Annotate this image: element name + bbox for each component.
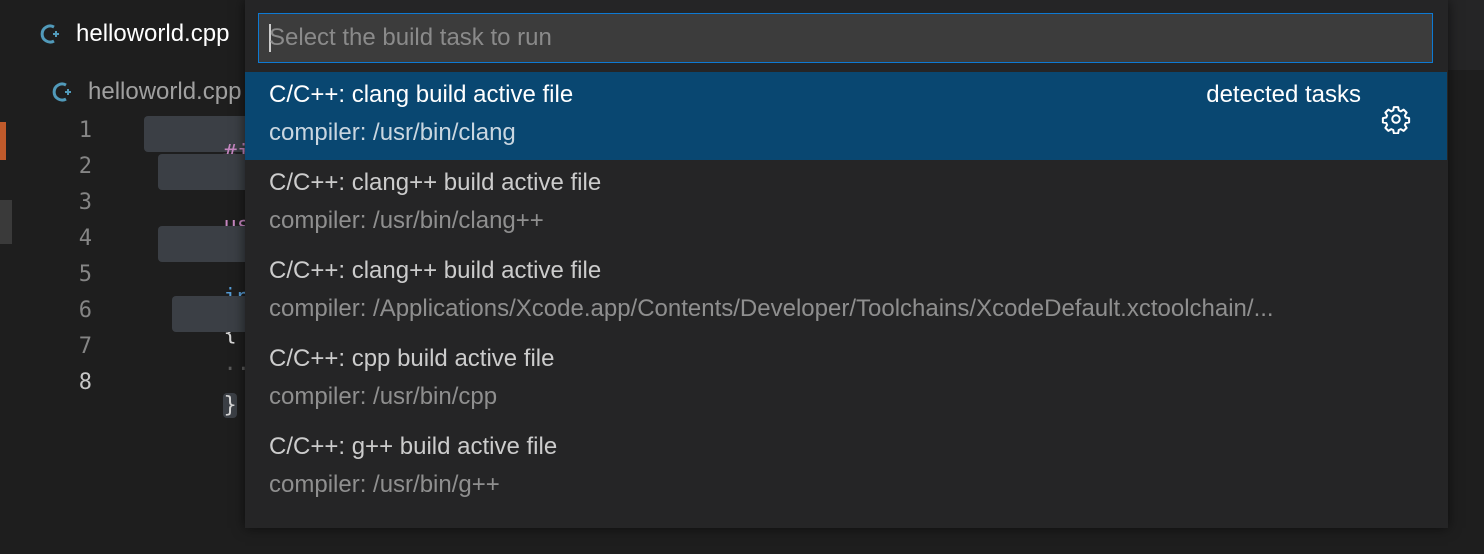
- line-number: 3: [78, 190, 92, 215]
- quick-pick-item-label: C/C++: cpp build active file: [269, 345, 555, 372]
- tab-helloworld-cpp[interactable]: helloworld.cpp: [0, 0, 260, 70]
- quick-pick-item-description: compiler: /Applications/Xcode.app/Conten…: [269, 295, 1274, 322]
- quick-pick-item[interactable]: C/C++: clang++ build active file compile…: [245, 248, 1447, 336]
- quick-pick-item[interactable]: C/C++: g++ build active file compiler: /…: [245, 424, 1447, 512]
- line-number: 4: [78, 226, 92, 251]
- quick-pick-item-label: C/C++: clang++ build active file: [269, 257, 602, 284]
- quick-pick-item-description: compiler: /usr/bin/clang: [269, 119, 516, 146]
- line-number: 5: [78, 262, 92, 287]
- line-number: 6: [78, 298, 92, 323]
- code-line-1: #includ: [144, 116, 316, 166]
- quick-pick-input[interactable]: [269, 14, 1419, 62]
- quick-pick-item-description: compiler: /usr/bin/g++: [269, 471, 500, 498]
- line-number: 2: [78, 154, 92, 179]
- quick-pick-item[interactable]: C/C++: cpp build active file compiler: /…: [245, 336, 1447, 424]
- code-line-8: }: [144, 368, 237, 418]
- line-number-gutter: 1 2 3 4 5 6 7 8: [40, 114, 110, 414]
- line-number-active: 8: [78, 370, 92, 395]
- code-area[interactable]: #includ using·n int·mai { ····cou }: [144, 114, 316, 418]
- code-token: }: [223, 393, 237, 418]
- bracket-highlight: [172, 296, 254, 332]
- quick-pick-item-selected[interactable]: C/C++: clang build active file detected …: [245, 72, 1447, 160]
- c-plus-plus-file-icon: [40, 22, 64, 46]
- quick-pick-item-description: compiler: /usr/bin/cpp: [269, 383, 498, 410]
- code-line-6: {: [144, 296, 254, 346]
- quick-pick-item-label: C/C++: clang build active file: [269, 81, 574, 108]
- modified-marker: [0, 122, 6, 160]
- tab-label: helloworld.cpp: [76, 20, 230, 47]
- quick-pick-item-label: C/C++: g++ build active file: [269, 433, 558, 460]
- gear-icon[interactable]: [1381, 104, 1411, 135]
- code-line-2: [158, 154, 254, 190]
- line-number: 1: [78, 118, 92, 143]
- quick-pick-input-box[interactable]: [258, 13, 1433, 63]
- breadcrumb-file-label[interactable]: helloworld.cpp: [88, 78, 241, 106]
- quick-pick-group-label: detected tasks: [1206, 81, 1361, 108]
- line-number: 7: [78, 334, 92, 359]
- c-plus-plus-file-icon: [52, 80, 76, 104]
- quick-pick-widget: C/C++: clang build active file detected …: [245, 0, 1448, 528]
- quick-pick-item-description: compiler: /usr/bin/clang++: [269, 207, 544, 234]
- code-line-4: [158, 226, 254, 262]
- quick-pick-item[interactable]: C/C++: clang++ build active file compile…: [245, 160, 1447, 248]
- quick-pick-item-label: C/C++: clang++ build active file: [269, 169, 602, 196]
- scroll-marker: [0, 200, 12, 244]
